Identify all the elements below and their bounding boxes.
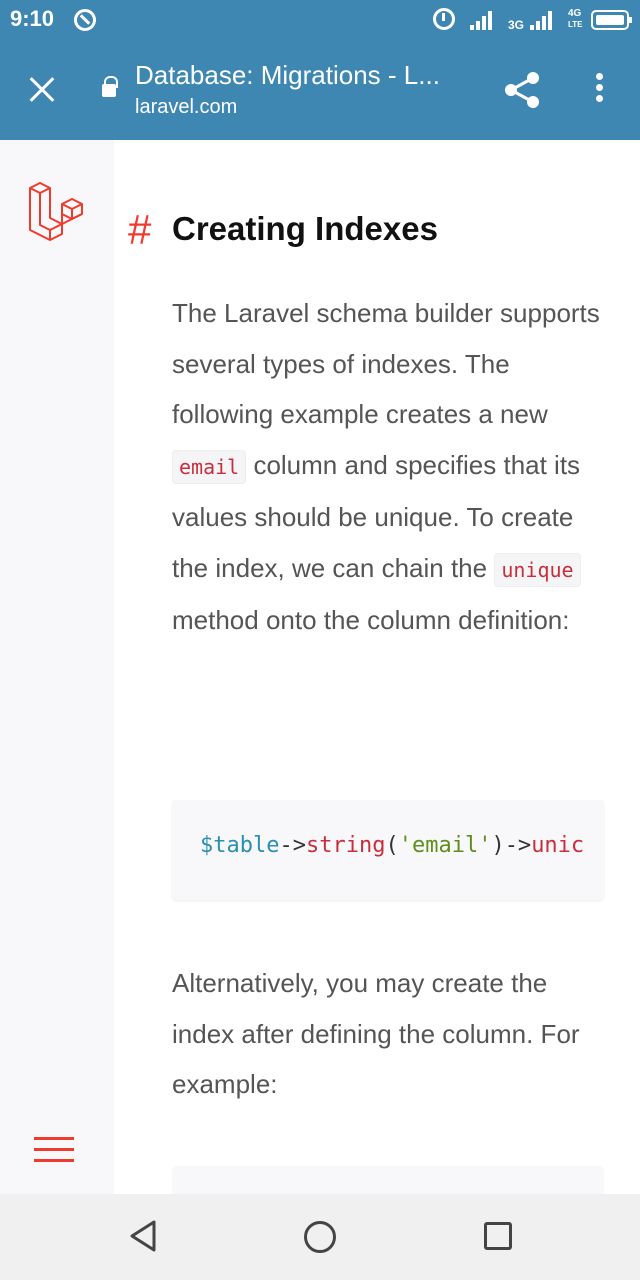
inline-code-unique: unique <box>494 552 581 587</box>
browser-toolbar: Database: Migrations - L... laravel.com <box>0 40 640 140</box>
laravel-logo-icon[interactable] <box>24 180 88 244</box>
code-method: unic <box>531 833 585 858</box>
inline-code-email: email <box>172 449 247 484</box>
code-method: string <box>305 833 386 858</box>
signal-strength-icon-2 <box>530 10 552 30</box>
alarm-icon <box>433 8 455 30</box>
signal-strength-icon <box>470 10 492 30</box>
more-vert-icon[interactable] <box>586 70 612 110</box>
paragraph-indexes-intro: The Laravel schema builder supports seve… <box>172 288 612 646</box>
page-title[interactable]: Database: Migrations - L... <box>135 60 440 91</box>
article-content: # Creating Indexes The Laravel schema bu… <box>114 140 640 1194</box>
docs-sidebar <box>0 140 114 1194</box>
status-bar: 9:10 3G 4G LTE <box>0 0 640 40</box>
nav-recents-icon[interactable] <box>484 1222 512 1250</box>
system-nav-bar <box>0 1194 640 1280</box>
page-domain[interactable]: laravel.com <box>135 96 237 119</box>
status-time: 9:10 <box>10 6 55 31</box>
network-type-2-sub: LTE <box>568 20 583 29</box>
close-icon[interactable] <box>22 70 62 110</box>
code-line: $table->string('email')->unic <box>200 833 584 858</box>
lock-icon <box>102 76 118 97</box>
code-arrow: -> <box>279 833 306 858</box>
battery-icon <box>591 10 632 30</box>
heading-anchor-link[interactable]: # <box>128 206 151 254</box>
hamburger-menu-icon[interactable] <box>34 1137 74 1167</box>
code-variable: $table <box>200 833 280 858</box>
code-paren: ) <box>491 833 505 858</box>
network-type-1: 3G <box>508 18 525 32</box>
nav-back-icon[interactable] <box>128 1219 158 1253</box>
paragraph-text: method onto the column definition: <box>172 605 570 635</box>
do-not-disturb-icon <box>74 9 96 31</box>
code-paren: ( <box>385 833 399 858</box>
code-string: 'email' <box>398 833 492 858</box>
paragraph-text: The Laravel schema builder supports seve… <box>172 298 600 429</box>
code-block[interactable]: $table->string('email')->unic <box>172 800 604 900</box>
network-type-2: 4G <box>568 8 582 19</box>
section-heading: Creating Indexes <box>172 210 438 247</box>
nav-home-icon[interactable] <box>304 1221 336 1253</box>
share-icon[interactable] <box>500 68 544 112</box>
clipped-text-fragment <box>214 140 454 142</box>
code-block-2[interactable] <box>172 1166 604 1194</box>
code-arrow: -> <box>504 833 532 858</box>
paragraph-alternative: Alternatively, you may create the index … <box>172 968 580 1099</box>
